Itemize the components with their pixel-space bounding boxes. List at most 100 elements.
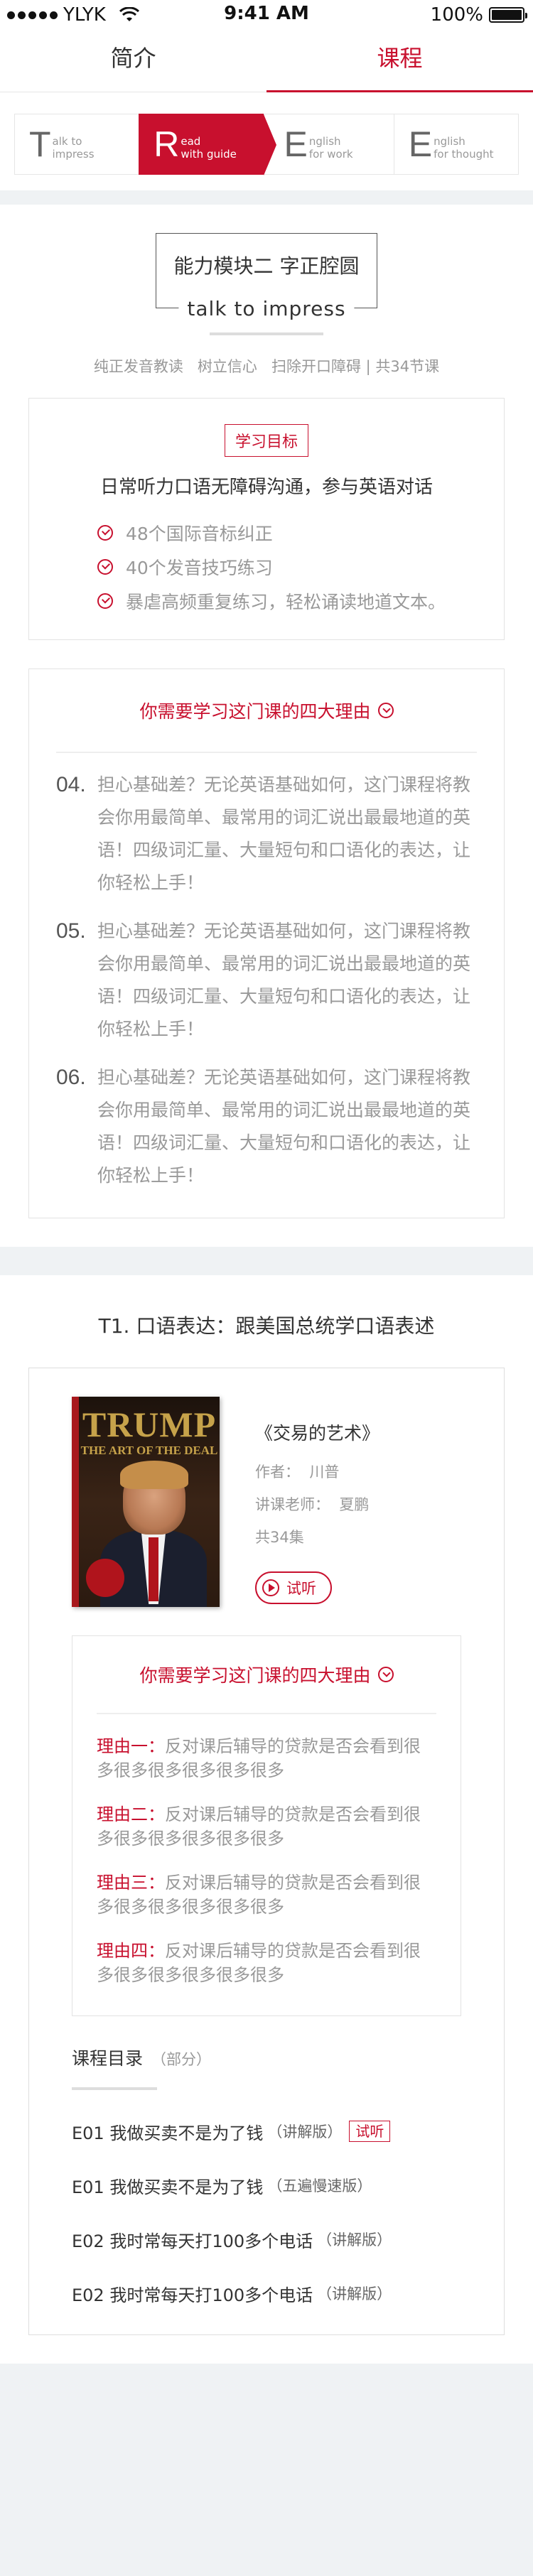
episode-note: （五遍慢速版） bbox=[267, 2177, 372, 2195]
goal-list: 48个国际音标纠正 40个发音技巧练习 暴虐高频重复练习，轻松诵读地道文本。 bbox=[97, 516, 504, 618]
book-info: 《交易的艺术》 作者： 川普 讲课老师： 夏鹏 共34集 试听 bbox=[255, 1397, 379, 1607]
cover-spine bbox=[73, 1404, 79, 1525]
episode-count: 共34集 bbox=[255, 1529, 304, 1546]
lesson-title: T1. 口语表达：跟美国总统学口语表述 bbox=[98, 1314, 435, 1338]
goal-item: 暴虐高频重复练习，轻松诵读地道文本。 bbox=[97, 584, 504, 618]
reason-label: 理由三： bbox=[97, 1873, 165, 1893]
module-title-box: 能力模块二 字正腔圆 talk to impress bbox=[156, 233, 377, 320]
lesson-section: T1. 口语表达：跟美国总统学口语表述 TRUMP THE ART OF THE… bbox=[0, 1275, 533, 2364]
battery-icon bbox=[489, 7, 527, 23]
module-header: 能力模块二 字正腔圆 talk to impress 纯正发音教读 树立信心 扫… bbox=[0, 205, 533, 398]
module-line1: nglish bbox=[434, 135, 465, 148]
module-read-with-guide[interactable]: R ead with guide bbox=[139, 114, 276, 175]
goal-item-text: 暴虐高频重复练习，轻松诵读地道文本。 bbox=[126, 592, 446, 612]
episode-item[interactable]: E02 我时常每天打100多个电话 （讲解版） bbox=[72, 2280, 461, 2306]
catalog-heading: 课程目录 bbox=[72, 2048, 144, 2069]
trial-tag[interactable]: 试听 bbox=[349, 2121, 391, 2142]
module-english-for-thought[interactable]: E nglish for thought bbox=[393, 114, 519, 175]
book-author: 作者： 川普 bbox=[255, 1463, 340, 1481]
episode-title: E01 我做买卖不是为了钱 bbox=[72, 2177, 264, 2197]
module-subtitle: 纯正发音教读 树立信心 扫除开口障碍 | 共34节课 bbox=[93, 358, 440, 375]
goal-item: 40个发音技巧练习 bbox=[97, 550, 504, 584]
divider bbox=[97, 1713, 436, 1714]
episode-item[interactable]: E01 我做买卖不是为了钱 （讲解版） 试听 bbox=[72, 2118, 461, 2144]
module-title-en: talk to impress bbox=[178, 297, 355, 320]
episode-item[interactable]: E01 我做买卖不是为了钱 （五遍慢速版） bbox=[72, 2172, 461, 2198]
lesson-card: TRUMP THE ART OF THE DEAL 《交易的艺术》 作者： 川普… bbox=[28, 1368, 505, 2335]
reason-label: 理由二： bbox=[97, 1804, 165, 1824]
tab-course[interactable]: 课程 bbox=[266, 28, 533, 92]
reason-item: 05. 担心基础差？无论英语基础如何，这门课程将教会你用最简单、最常用的词汇说出… bbox=[56, 915, 477, 1046]
reasons-toggle[interactable]: 你需要学习这门课的四大理由 bbox=[56, 698, 477, 723]
module-letter: E bbox=[284, 124, 308, 164]
goal-badge: 学习目标 bbox=[224, 424, 308, 457]
reasons-heading: 你需要学习这门课的四大理由 bbox=[139, 1665, 371, 1686]
episode-note: （讲解版） bbox=[317, 2231, 392, 2248]
module-line1: ead bbox=[181, 135, 201, 148]
module-title-cn: 能力模块二 字正腔圆 bbox=[173, 254, 360, 278]
reasons-heading: 你需要学习这门课的四大理由 bbox=[139, 701, 371, 722]
book-summary: TRUMP THE ART OF THE DEAL 《交易的艺术》 作者： 川普… bbox=[72, 1397, 461, 1607]
lesson-reason-item: 理由二：反对课后辅导的贷款是否会看到很多很多很多很多很多很多 bbox=[97, 1802, 436, 1851]
module-line2: with guide bbox=[181, 148, 237, 161]
chevron-down-circle-icon bbox=[377, 703, 394, 718]
play-icon bbox=[262, 1579, 279, 1596]
check-circle-icon bbox=[97, 525, 113, 541]
book-name: 《交易的艺术》 bbox=[255, 1423, 380, 1444]
module-line1: alk to bbox=[52, 135, 82, 148]
reason-label: 理由一： bbox=[97, 1736, 165, 1756]
lesson-reason-item: 理由一：反对课后辅导的贷款是否会看到很多很多很多很多很多很多 bbox=[97, 1734, 436, 1782]
episode-note: （讲解版） bbox=[317, 2285, 392, 2302]
module-letter: R bbox=[154, 124, 180, 164]
module-intro-section: 学习目标 日常听力口语无障碍沟通，参与英语对话 48个国际音标纠正 40个发音技… bbox=[0, 398, 533, 1247]
reason-number: 06. bbox=[56, 1066, 86, 1089]
lesson-reason-item: 理由四：反对课后辅导的贷款是否会看到很多很多很多很多很多很多 bbox=[97, 1939, 436, 1987]
cover-title: TRUMP bbox=[82, 1405, 217, 1444]
trial-listen-button[interactable]: 试听 bbox=[255, 1571, 332, 1604]
book-cover-image: TRUMP THE ART OF THE DEAL bbox=[72, 1397, 220, 1607]
cover-subtitle: THE ART OF THE DEAL bbox=[80, 1444, 218, 1457]
top-tabs: 简介 课程 bbox=[0, 28, 533, 92]
course-catalog: 课程目录 （部分） E01 我做买卖不是为了钱 （讲解版） 试听 E01 我做买卖… bbox=[72, 2045, 461, 2306]
goal-item-text: 48个国际音标纠正 bbox=[126, 524, 273, 544]
status-bar: YLYK 9:41 AM 100% bbox=[0, 0, 533, 28]
goal-item-text: 40个发音技巧练习 bbox=[126, 558, 273, 578]
module-switcher: T alk to impress R ead with guide E nglish… bbox=[0, 92, 533, 190]
lesson-reasons-card: 你需要学习这门课的四大理由 理由一：反对课后辅导的贷款是否会看到很多很多很多很多… bbox=[72, 1635, 461, 2016]
reason-number: 04. bbox=[56, 773, 86, 796]
module-letter: T bbox=[29, 124, 51, 164]
module-line2: for thought bbox=[434, 148, 494, 161]
episode-note: （讲解版） bbox=[267, 2123, 343, 2141]
reason-number: 05. bbox=[56, 919, 86, 943]
chevron-down-circle-icon bbox=[377, 1667, 394, 1682]
reason-label: 理由四： bbox=[97, 1941, 165, 1961]
battery-percent: 100% bbox=[430, 4, 483, 26]
check-circle-icon bbox=[97, 559, 113, 575]
module-talk-to-impress[interactable]: T alk to impress bbox=[14, 114, 139, 175]
reason-item: 04. 担心基础差？无论英语基础如何，这门课程将教会你用最简单、最常用的词汇说出… bbox=[56, 769, 477, 899]
lesson-reasons-toggle[interactable]: 你需要学习这门课的四大理由 bbox=[97, 1662, 436, 1687]
check-circle-icon bbox=[97, 593, 113, 609]
reason-item: 06. 担心基础差？无论英语基础如何，这门课程将教会你用最简单、最常用的词汇说出… bbox=[56, 1061, 477, 1192]
tab-intro[interactable]: 简介 bbox=[0, 28, 266, 92]
reason-text: 担心基础差？无论英语基础如何，这门课程将教会你用最简单、最常用的词汇说出最最地道… bbox=[97, 921, 471, 1039]
divider bbox=[72, 2087, 157, 2090]
goal-title: 日常听力口语无障碍沟通，参与英语对话 bbox=[99, 477, 433, 498]
divider bbox=[56, 752, 477, 753]
module-line2: for work bbox=[308, 148, 353, 161]
episode-title: E02 我时常每天打100多个电话 bbox=[72, 2231, 313, 2251]
episode-title: E02 我时常每天打100多个电话 bbox=[72, 2285, 313, 2305]
trial-listen-label: 试听 bbox=[286, 1580, 316, 1597]
lesson-reason-item: 理由三：反对课后辅导的贷款是否会看到很多很多很多很多很多很多 bbox=[97, 1871, 436, 1919]
reason-text: 担心基础差？无论英语基础如何，这门课程将教会你用最简单、最常用的词汇说出最最地道… bbox=[97, 774, 471, 893]
goal-item: 48个国际音标纠正 bbox=[97, 516, 504, 550]
cover-seal bbox=[86, 1559, 124, 1597]
reasons-card: 你需要学习这门课的四大理由 04. 担心基础差？无论英语基础如何，这门课程将教会… bbox=[28, 669, 505, 1218]
learning-goal-card: 学习目标 日常听力口语无障碍沟通，参与英语对话 48个国际音标纠正 40个发音技… bbox=[28, 398, 505, 640]
book-teacher: 讲课老师： 夏鹏 bbox=[255, 1496, 370, 1513]
divider bbox=[210, 332, 323, 335]
episode-title: E01 我做买卖不是为了钱 bbox=[72, 2123, 264, 2143]
episode-item[interactable]: E02 我时常每天打100多个电话 （讲解版） bbox=[72, 2226, 461, 2252]
module-english-for-work[interactable]: E nglish for work bbox=[263, 114, 394, 175]
module-letter: E bbox=[408, 124, 433, 164]
